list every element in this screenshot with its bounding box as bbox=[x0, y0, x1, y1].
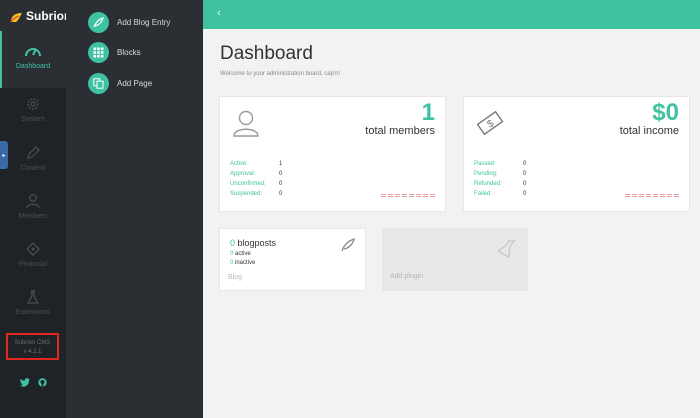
stat-value: 0 bbox=[523, 161, 527, 167]
income-stats: Passed: 0 Pending: 0 Refunded: 0 Failed: 0 bbox=[474, 159, 526, 199]
quick-action-add-blog-entry[interactable]: Add Blog Entry bbox=[88, 12, 170, 33]
nav-extensions-label: Extensions bbox=[15, 309, 51, 316]
nav-extensions[interactable]: Extensions bbox=[0, 289, 66, 316]
nav-content-label: Content bbox=[20, 165, 46, 172]
top-bar: ‹ bbox=[203, 0, 700, 29]
stat-value: 1 bbox=[279, 161, 283, 167]
nav-financial-label: Financial bbox=[18, 261, 47, 268]
stat-row: Failed: 0 bbox=[474, 189, 526, 199]
stat-key[interactable]: Suspended: bbox=[230, 189, 279, 199]
total-members-label: total members bbox=[365, 125, 435, 137]
mini-sparkline bbox=[625, 194, 679, 197]
stat-key[interactable]: Failed: bbox=[474, 189, 523, 199]
flask-icon bbox=[26, 290, 40, 304]
add-plugin-card[interactable]: Add plugin bbox=[382, 228, 528, 291]
stat-value: 0 bbox=[279, 171, 283, 177]
stat-value: 0 bbox=[279, 181, 283, 187]
tag-icon bbox=[26, 242, 40, 256]
stat-row: Passed: 0 bbox=[474, 159, 526, 169]
quick-action-blocks[interactable]: Blocks bbox=[88, 42, 141, 63]
nav-system[interactable]: System bbox=[0, 96, 66, 123]
gauge-icon bbox=[25, 48, 41, 57]
github-icon[interactable] bbox=[37, 378, 47, 387]
quick-actions-panel: Add Blog Entry Blocks Add Page bbox=[66, 0, 203, 418]
panel-toggle-button[interactable]: ▸ bbox=[0, 141, 8, 169]
page-subtitle: Welcome to your administration board, ca… bbox=[220, 71, 341, 77]
members-card: 1 total members Active: 1 Approval: 0 Unco… bbox=[219, 96, 446, 212]
stat-row: Active: 1 bbox=[230, 159, 282, 169]
active-label: active bbox=[233, 251, 251, 257]
pencil-icon bbox=[27, 146, 40, 159]
stat-row: Pending: 0 bbox=[474, 169, 526, 179]
user-icon bbox=[233, 110, 259, 137]
icon-rail: Subrion Dashboard System Content Members bbox=[0, 0, 71, 418]
version-name: Subrion CMS bbox=[14, 340, 51, 346]
stat-key[interactable]: Unconfirmed: bbox=[230, 179, 279, 189]
blog-card[interactable]: 0 blogposts 0 active 0 inactive Blog bbox=[219, 228, 366, 291]
nav-dashboard[interactable]: Dashboard bbox=[0, 31, 66, 88]
income-card: $ $0 total income Passed: 0 Pending: 0 Ref… bbox=[463, 96, 690, 212]
nav-members[interactable]: Members bbox=[0, 193, 66, 220]
brand-header[interactable]: Subrion bbox=[0, 0, 71, 31]
stat-key[interactable]: Pending: bbox=[474, 169, 523, 179]
stat-row: Suspended: 0 bbox=[230, 189, 282, 199]
stat-row: Approval: 0 bbox=[230, 169, 282, 179]
version-info: Subrion CMS v 4.2.1 bbox=[6, 333, 59, 360]
stat-key[interactable]: Passed: bbox=[474, 159, 523, 169]
flask-icon bbox=[497, 238, 516, 259]
total-income-label: total income bbox=[619, 125, 679, 137]
collapse-chevron-icon[interactable]: ‹ bbox=[217, 7, 221, 19]
money-icon: $ bbox=[476, 110, 504, 136]
blog-active-line: 0 active bbox=[230, 251, 251, 257]
stat-row: Unconfirmed: 0 bbox=[230, 179, 282, 189]
stat-key[interactable]: Approval: bbox=[230, 169, 279, 179]
grid-icon bbox=[88, 42, 109, 63]
nav-financial[interactable]: Financial bbox=[0, 241, 66, 268]
blog-title: 0 blogposts bbox=[230, 238, 276, 248]
nav-dashboard-label: Dashboard bbox=[15, 63, 51, 70]
twitter-icon[interactable] bbox=[19, 378, 30, 387]
brand-name: Subrion bbox=[26, 8, 72, 23]
stat-value: 0 bbox=[523, 181, 527, 187]
pages-icon bbox=[88, 73, 109, 94]
blog-inactive-line: 0 inactive bbox=[230, 260, 255, 266]
stat-value: 0 bbox=[523, 171, 527, 177]
quick-action-add-page[interactable]: Add Page bbox=[88, 73, 152, 94]
stat-value: 0 bbox=[523, 191, 527, 197]
blogposts-label: blogposts bbox=[235, 238, 277, 248]
cog-icon bbox=[27, 98, 39, 110]
mini-sparkline bbox=[381, 194, 435, 197]
nav-content[interactable]: Content bbox=[0, 145, 66, 172]
total-members-value: 1 bbox=[421, 99, 435, 126]
stat-value: 0 bbox=[279, 191, 283, 197]
total-income-value: $0 bbox=[652, 99, 679, 126]
inactive-label: inactive bbox=[233, 260, 256, 266]
stat-key[interactable]: Refunded: bbox=[474, 179, 523, 189]
social-links bbox=[0, 378, 66, 387]
quill-icon bbox=[341, 238, 355, 252]
blog-footer: Blog bbox=[228, 274, 243, 281]
nav-system-label: System bbox=[21, 116, 45, 123]
user-icon bbox=[26, 194, 40, 209]
page-title: Dashboard bbox=[220, 43, 313, 64]
svg-text:$: $ bbox=[485, 118, 496, 130]
quick-action-label: Add Blog Entry bbox=[117, 18, 171, 27]
members-stats: Active: 1 Approval: 0 Unconfirmed: 0 Suspen… bbox=[230, 159, 282, 199]
add-plugin-label: Add plugin bbox=[390, 273, 424, 280]
quick-action-label: Add Page bbox=[117, 79, 153, 88]
nav-members-label: Members bbox=[18, 213, 48, 220]
version-number: v 4.2.1 bbox=[23, 349, 42, 355]
quick-action-label: Blocks bbox=[117, 48, 141, 57]
stat-key[interactable]: Active: bbox=[230, 159, 279, 169]
subrion-logo-icon bbox=[10, 10, 23, 23]
stat-row: Refunded: 0 bbox=[474, 179, 526, 189]
quill-icon bbox=[88, 12, 109, 33]
